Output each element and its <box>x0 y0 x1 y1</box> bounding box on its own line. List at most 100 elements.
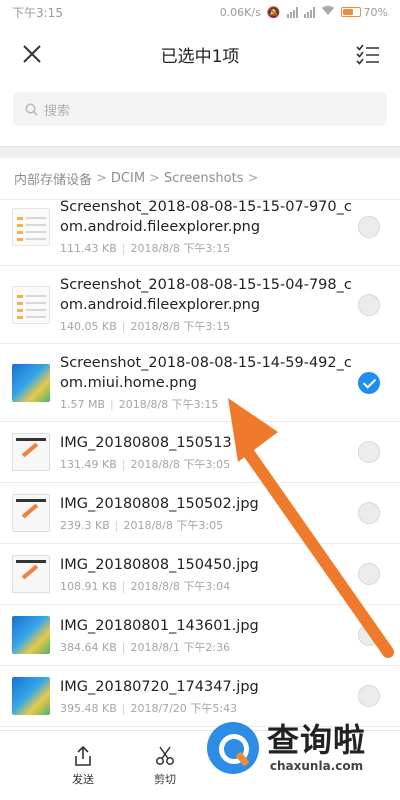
file-date: 2018/8/8 下午3:05 <box>123 518 224 532</box>
file-thumbnail <box>12 285 50 324</box>
breadcrumb-item-screenshots[interactable]: Screenshots <box>164 171 244 186</box>
chevron-right-icon: > <box>96 171 107 186</box>
select-checkbox[interactable] <box>358 441 380 463</box>
network-speed: 0.06K/s <box>219 5 261 19</box>
file-meta: 111.43 KB | 2018/8/8 下午3:15 <box>60 242 231 255</box>
chevron-right-icon: > <box>149 171 160 186</box>
file-thumbnail <box>12 555 50 593</box>
file-info: Screenshot_2018-08-08-15-14-59-492_com.m… <box>60 353 400 412</box>
search-placeholder: 搜索 <box>44 103 71 119</box>
file-name: Screenshot_2018-08-08-15-14-59-492_com.m… <box>60 355 352 391</box>
file-info: IMG_20180808_150450.jpg 108.91 KB | 2018/8… <box>60 555 400 594</box>
select-checkbox[interactable] <box>358 502 380 524</box>
file-thumbnail <box>12 363 50 402</box>
file-meta: 108.91 KB | 2018/8/8 下午3:04 <box>60 579 231 593</box>
watermark: 查询啦 chaxunla.com <box>207 715 392 780</box>
select-checkbox[interactable] <box>358 563 380 585</box>
file-info: IMG_20180801_143601.jpg 384.64 KB | 2018/8… <box>60 616 400 655</box>
checklist-icon <box>356 44 379 65</box>
select-checkbox[interactable] <box>358 624 380 646</box>
file-info: Screenshot_2018-08-08-15-15-04-798_com.a… <box>60 275 400 334</box>
close-button[interactable] <box>18 40 46 68</box>
cut-button[interactable]: 剪切 <box>142 731 188 800</box>
file-info: IMG_20180720_174347.jpg 395.48 KB | 2018/7… <box>60 677 400 716</box>
file-size: 384.64 KB <box>60 640 117 654</box>
watermark-title: 查询啦 <box>267 720 367 759</box>
mute-icon: 🔕 <box>266 5 281 19</box>
breadcrumb-item-dcim[interactable]: DCIM <box>111 171 145 186</box>
battery-icon <box>340 7 361 17</box>
select-all-button[interactable] <box>354 40 382 68</box>
file-date: 2018/8/8 下午3:05 <box>130 457 231 471</box>
file-size: 108.91 KB <box>60 579 117 593</box>
file-size: 140.05 KB <box>60 320 117 333</box>
file-item[interactable]: IMG_20180801_143601.jpg 384.64 KB | 2018/8… <box>0 605 400 666</box>
file-size: 111.43 KB <box>60 242 117 255</box>
file-item[interactable]: IMG_20180808_150450.jpg 108.91 KB | 2018/8… <box>0 544 400 605</box>
watermark-logo-icon <box>207 721 259 774</box>
file-item[interactable]: Screenshot_2018-08-08-15-15-07-970_com.a… <box>0 188 400 266</box>
file-name: IMG_20180808_150450.jpg <box>60 556 259 573</box>
select-checkbox-checked[interactable] <box>358 371 380 394</box>
file-name: Screenshot_2018-08-08-15-15-04-798_com.a… <box>60 277 352 313</box>
file-item[interactable]: IMG_20180808_150513 131.49 KB | 2018/8/8 下… <box>0 422 400 483</box>
file-meta: 1.57 MB | 2018/8/8 下午3:15 <box>60 398 219 411</box>
cut-label: 剪切 <box>154 772 176 786</box>
status-time: 下午3:15 <box>12 5 63 20</box>
file-thumbnail <box>12 433 50 471</box>
file-size: 1.57 MB <box>60 398 106 411</box>
file-thumbnail <box>12 616 50 654</box>
file-item[interactable]: IMG_20180808_150502.jpg 239.3 KB | 2018/8/… <box>0 483 400 544</box>
file-item[interactable]: Screenshot_2018-08-08-15-14-59-492_com.m… <box>0 344 400 422</box>
file-name: IMG_20180801_143601.jpg <box>60 617 259 634</box>
file-meta: 384.64 KB | 2018/8/1 下午2:36 <box>60 640 231 654</box>
file-meta: 131.49 KB | 2018/8/8 下午3:05 <box>60 457 231 471</box>
file-date: 2018/8/1 下午2:36 <box>130 640 231 654</box>
status-icons: 0.06K/s 🔕 70% <box>220 5 388 19</box>
file-date: 2018/8/8 下午3:15 <box>118 398 219 411</box>
status-bar: 下午3:15 0.06K/s 🔕 70% <box>0 0 400 24</box>
file-thumbnail <box>12 677 50 715</box>
title-bar: 已选中1项 <box>0 24 400 84</box>
file-meta: 140.05 KB | 2018/8/8 下午3:15 <box>60 320 231 333</box>
file-name: IMG_20180720_174347.jpg <box>60 678 259 695</box>
section-divider <box>0 146 400 158</box>
signal-icon-2 <box>303 6 315 18</box>
search-icon <box>25 102 38 115</box>
signal-icon <box>286 6 298 18</box>
select-checkbox[interactable] <box>358 685 380 707</box>
select-checkbox[interactable] <box>358 215 380 238</box>
file-item[interactable]: Screenshot_2018-08-08-15-15-04-798_com.a… <box>0 266 400 344</box>
battery-percent: 70% <box>363 5 388 19</box>
search-input[interactable]: 搜索 <box>13 92 387 126</box>
page-title: 已选中1项 <box>160 46 240 67</box>
chevron-right-icon: > <box>247 171 259 186</box>
file-date: 2018/8/8 下午3:15 <box>130 242 231 255</box>
file-info: IMG_20180808_150513 131.49 KB | 2018/8/8 下… <box>60 433 400 472</box>
file-date: 2018/8/8 下午3:04 <box>130 579 231 593</box>
file-info: Screenshot_2018-08-08-15-15-07-970_com.a… <box>60 197 400 256</box>
send-button[interactable]: 发送 <box>60 731 106 800</box>
file-size: 395.48 KB <box>60 701 117 715</box>
file-thumbnail <box>12 207 50 246</box>
send-label: 发送 <box>72 772 94 786</box>
file-name: Screenshot_2018-08-08-15-15-07-970_com.a… <box>60 199 352 235</box>
battery-indicator: 70% <box>340 5 388 19</box>
close-icon <box>23 45 41 63</box>
file-info: IMG_20180808_150502.jpg 239.3 KB | 2018/8/… <box>60 494 400 533</box>
file-meta: 395.48 KB | 2018/7/20 下午5:43 <box>60 701 238 715</box>
file-date: 2018/7/20 下午5:43 <box>130 701 238 715</box>
file-name: IMG_20180808_150502.jpg <box>60 495 259 512</box>
watermark-url: chaxunla.com <box>269 758 364 773</box>
wifi-icon <box>321 5 335 19</box>
share-icon <box>75 745 91 766</box>
scissors-icon <box>156 746 174 765</box>
breadcrumb-item-storage[interactable]: 内部存储设备 <box>14 169 92 188</box>
file-name: IMG_20180808_150513 <box>60 434 232 451</box>
file-size: 239.3 KB <box>60 518 110 532</box>
search-area: 搜索 <box>0 84 400 132</box>
select-checkbox[interactable] <box>358 293 380 316</box>
watermark-text: 查询啦 chaxunla.com <box>267 723 366 773</box>
file-meta: 239.3 KB | 2018/8/8 下午3:05 <box>60 518 224 532</box>
file-date: 2018/8/8 下午3:15 <box>130 320 231 333</box>
